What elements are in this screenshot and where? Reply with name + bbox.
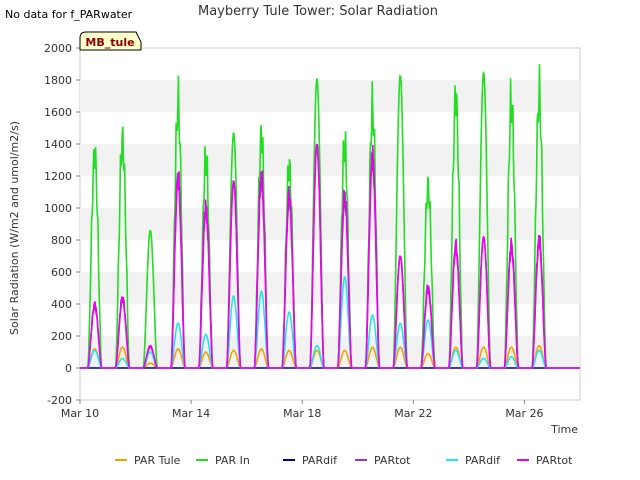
x-axis-ticks: Mar 10 Mar 14 Mar 18 Mar 22 Mar 26	[61, 400, 544, 420]
y-tick-label: 400	[51, 298, 72, 311]
legend: PAR Tule PAR In PARdif PARtot PARdif PARtot	[115, 454, 573, 467]
y-axis-ticks: -200 0 200 400 600 800 1000 1200 1400 1600 1800 200…	[44, 42, 80, 407]
y-tick-label: 0	[65, 362, 72, 375]
legend-label: PAR Tule	[134, 454, 181, 467]
y-tick-label: 1200	[44, 170, 72, 183]
y-tick-label: 200	[51, 330, 72, 343]
x-tick-label: Mar 14	[172, 407, 210, 420]
legend-label: PAR In	[215, 454, 250, 467]
y-tick-label: -200	[47, 394, 72, 407]
grid-band	[80, 144, 580, 176]
y-axis-label: Solar Radiation (W/m2 and umol/m2/s)	[8, 121, 21, 335]
y-tick-label: 1600	[44, 106, 72, 119]
grid-band	[80, 80, 580, 112]
y-tick-label: 2000	[44, 42, 72, 55]
chart-title: Mayberry Tule Tower: Solar Radiation	[198, 4, 438, 19]
y-tick-label: 1400	[44, 138, 72, 151]
legend-label: PARdif	[302, 454, 338, 467]
station-badge-label: MB_tule	[85, 36, 134, 49]
y-tick-label: 800	[51, 234, 72, 247]
x-tick-label: Mar 26	[505, 407, 543, 420]
x-tick-label: Mar 18	[283, 407, 321, 420]
y-tick-label: 600	[51, 266, 72, 279]
no-data-note: No data for f_PARwater	[5, 8, 133, 21]
x-tick-label: Mar 10	[61, 407, 99, 420]
legend-label: PARtot	[374, 454, 411, 467]
grid-band	[80, 208, 580, 240]
x-axis-label: Time	[550, 423, 578, 436]
solar-radiation-chart: No data for f_PARwater Mayberry Tule Tow…	[5, 4, 581, 467]
y-tick-label: 1800	[44, 74, 72, 87]
x-tick-label: Mar 22	[394, 407, 432, 420]
legend-label: PARdif	[465, 454, 501, 467]
legend-label: PARtot	[536, 454, 573, 467]
station-badge: MB_tule	[79, 31, 142, 51]
y-tick-label: 1000	[44, 202, 72, 215]
grid-band	[80, 272, 580, 304]
